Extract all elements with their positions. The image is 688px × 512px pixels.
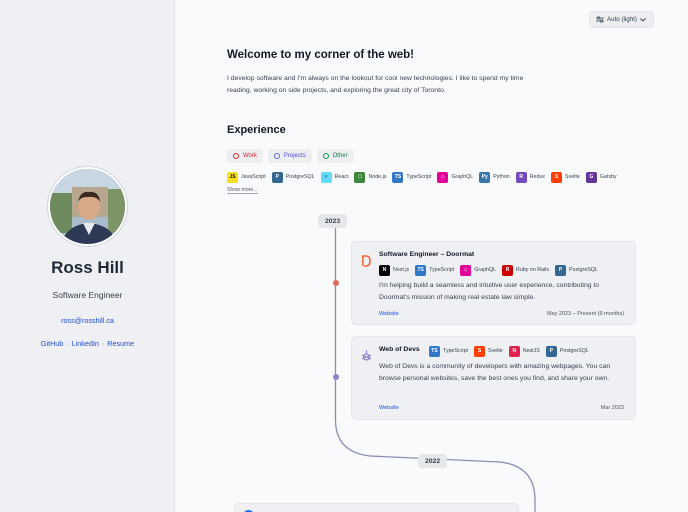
tech-label: Ruby on Rails [516, 267, 550, 273]
tech-chip-svelte: S Svelte [474, 345, 505, 357]
timeline-dot-work [332, 280, 339, 286]
experience-card-web-of-devs[interactable]: Web of Devs TS TypeScript S Svelte N NestJS… [351, 336, 636, 420]
tech-chip-postgresql: P PostgreSQL [555, 264, 600, 276]
card-date: Mar 2023 [600, 405, 624, 411]
typescript-icon: TS [415, 264, 427, 276]
card-tech-list: TS TypeScript S Svelte N NestJS P PostgreSQL [429, 345, 591, 357]
tech-label: Svelte [488, 348, 503, 354]
typescript-icon: TS [429, 345, 440, 357]
postgresql-icon: P [545, 345, 557, 357]
card-description: I'm helping build a seamless and intuiti… [379, 282, 600, 301]
tech-label: NestJS [522, 348, 540, 354]
tech-label: TypeScript [429, 267, 455, 273]
postgresql-icon: P [555, 264, 567, 276]
web-of-devs-logo-icon [361, 350, 372, 361]
tech-label: GraphQL [474, 267, 497, 273]
tech-label: PostgreSQL [559, 348, 589, 354]
tech-label: PostgreSQL [569, 267, 598, 273]
card-date: May 2023 – Present (9 months) [546, 311, 624, 317]
rails-icon: R [502, 264, 514, 276]
svelte-icon: S [474, 345, 486, 357]
timeline-dot-project [332, 374, 339, 380]
tech-chip-typescript: TS TypeScript [415, 264, 456, 276]
tech-label: TypeScript [443, 348, 469, 354]
tech-chip-rails: R Ruby on Rails [502, 264, 551, 276]
card-description: Web of Devs is a community of developers… [379, 363, 611, 382]
tech-chip-nestjs: N NestJS [508, 345, 542, 357]
nextjs-icon: N [379, 264, 390, 276]
website-link[interactable]: Website [379, 311, 399, 317]
doormat-logo-icon [361, 255, 371, 267]
year-label-2023: 2023 [318, 214, 348, 228]
year-label-2022: 2022 [418, 454, 448, 468]
tech-label: Next.js [393, 267, 410, 273]
experience-card-doormat[interactable]: Software Engineer – Doormat N Next.js TS T… [351, 241, 636, 325]
tech-chip-typescript: TS TypeScript [429, 345, 470, 357]
website-link[interactable]: Website [379, 405, 399, 411]
tech-chip-graphql: ◇ GraphQL [460, 264, 498, 276]
graphql-icon: ◇ [460, 264, 472, 276]
tech-chip-nextjs: N Next.js [379, 264, 411, 276]
experience-card-partial[interactable] [234, 503, 519, 512]
card-tech-list: N Next.js TS TypeScript ◇ GraphQL R Ruby on … [379, 264, 600, 276]
card-title: Web of Devs [379, 346, 420, 353]
card-title: Software Engineer – Doormat [379, 251, 475, 258]
nestjs-icon: N [508, 345, 520, 357]
tech-chip-postgresql: P PostgreSQL [545, 345, 591, 357]
